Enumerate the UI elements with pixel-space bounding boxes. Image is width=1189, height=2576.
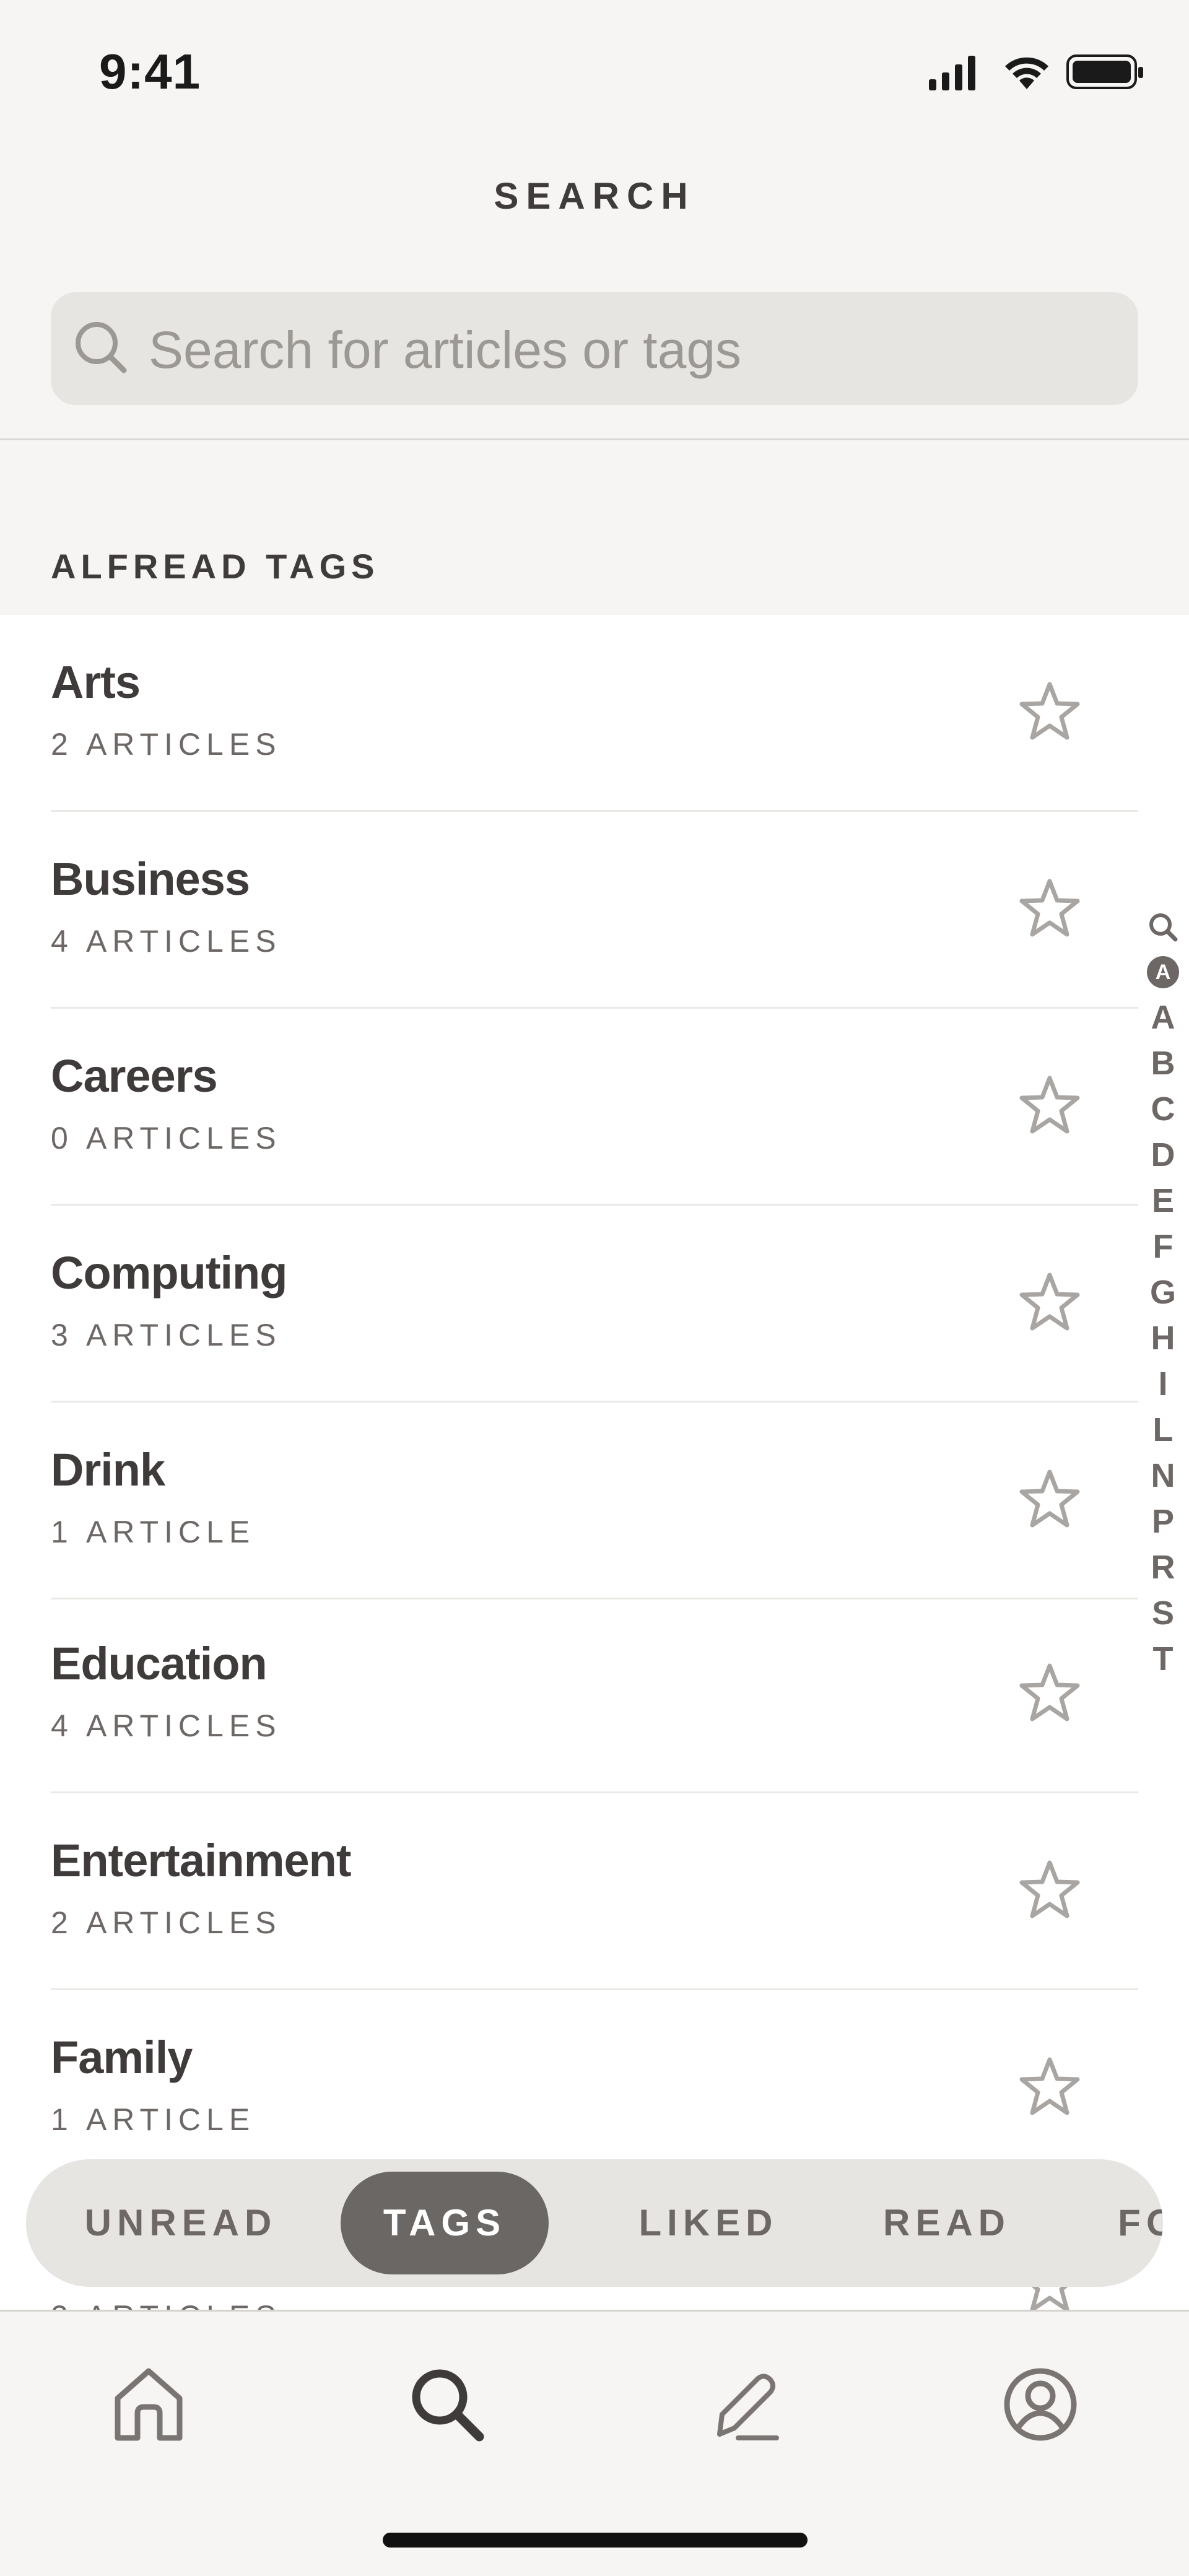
search-placeholder: Search for articles or tags xyxy=(149,321,742,379)
filter-pill-for[interactable]: FOR xyxy=(1079,2172,1163,2274)
index-letter[interactable]: H xyxy=(1138,1315,1188,1361)
tag-name: Education xyxy=(51,1638,268,1689)
filter-pill-liked[interactable]: LIKED xyxy=(591,2172,826,2274)
index-search-icon[interactable] xyxy=(1138,904,1188,950)
tag-row[interactable]: Computing 3 ARTICLES xyxy=(0,1206,1189,1403)
battery-icon xyxy=(1066,54,1143,89)
star-icon[interactable] xyxy=(1016,1856,1084,1925)
star-icon[interactable] xyxy=(1016,2053,1084,2121)
star-icon[interactable] xyxy=(1016,1466,1084,1534)
home-icon xyxy=(115,2368,183,2441)
tag-name: Careers xyxy=(51,1050,218,1102)
index-letter[interactable]: N xyxy=(1138,1453,1188,1499)
pen-icon xyxy=(717,2374,779,2440)
tag-row[interactable]: Drink 1 ARTICLE xyxy=(0,1403,1189,1599)
tag-article-count: 2 ARTICLES xyxy=(51,727,282,762)
index-letter[interactable]: A xyxy=(1138,994,1188,1040)
index-letter[interactable]: C xyxy=(1138,1086,1188,1132)
tag-article-count: 3 ARTICLES xyxy=(51,1318,282,1352)
filter-pill-tags[interactable]: TAGS xyxy=(341,2172,549,2274)
tag-list: Arts 2 ARTICLES Business 4 ARTICLES Careers 0… xyxy=(0,615,1189,2312)
tag-row[interactable]: Business 4 ARTICLES xyxy=(0,812,1189,1009)
index-letter[interactable]: F xyxy=(1138,1224,1188,1269)
alphabet-index[interactable]: A ABCDEFGHILNPRST xyxy=(1138,904,1188,1682)
section-header: ALFREAD TAGS xyxy=(51,547,380,586)
tab-write[interactable] xyxy=(695,2355,794,2454)
star-icon[interactable] xyxy=(1016,1072,1084,1140)
page-title: SEARCH xyxy=(494,175,695,217)
index-letter[interactable]: R xyxy=(1138,1544,1188,1590)
tab-search[interactable] xyxy=(398,2355,497,2454)
tag-article-count: 4 ARTICLES xyxy=(51,1708,282,1743)
index-letter[interactable]: I xyxy=(1138,1361,1188,1407)
tag-name: Entertainment xyxy=(51,1835,352,1886)
tag-name: Computing xyxy=(51,1247,287,1299)
index-letter[interactable]: E xyxy=(1138,1178,1188,1224)
index-letter[interactable]: D xyxy=(1138,1132,1188,1178)
home-indicator xyxy=(383,2533,808,2548)
tag-name: Drink xyxy=(51,1444,165,1495)
tag-row[interactable]: Entertainment 2 ARTICLES xyxy=(0,1793,1189,1990)
tab-profile[interactable] xyxy=(991,2355,1090,2454)
index-letter[interactable]: S xyxy=(1138,1590,1188,1636)
signal-icon xyxy=(929,56,975,90)
tag-row[interactable]: Arts 2 ARTICLES xyxy=(0,615,1189,812)
tag-row[interactable]: Careers 0 ARTICLES xyxy=(0,1009,1189,1206)
index-letter[interactable]: G xyxy=(1138,1269,1188,1315)
filter-pill-unread[interactable]: UNREAD xyxy=(57,2172,305,2274)
star-icon[interactable] xyxy=(1016,678,1084,746)
index-letter[interactable]: B xyxy=(1138,1040,1188,1086)
star-icon[interactable] xyxy=(1016,1660,1084,1728)
tag-article-count: 4 ARTICLES xyxy=(51,924,282,959)
index-letter[interactable]: P xyxy=(1138,1499,1188,1544)
filter-pill-read[interactable]: READ xyxy=(834,2172,1060,2274)
search-tab-icon xyxy=(412,2369,484,2442)
star-icon[interactable] xyxy=(1016,1269,1084,1337)
tag-name: Arts xyxy=(51,656,141,708)
tag-article-count: 2 ARTICLES xyxy=(51,1905,282,1940)
tag-article-count: 0 ARTICLES xyxy=(51,1121,282,1155)
index-letter[interactable]: T xyxy=(1138,1636,1188,1682)
filter-bar: UNREAD TAGS LIKEDREADFOR xyxy=(26,2159,1163,2287)
status-icons xyxy=(0,50,1189,93)
index-selected-letter[interactable]: A xyxy=(1147,956,1179,988)
star-icon[interactable] xyxy=(1016,875,1084,943)
wifi-icon xyxy=(1005,57,1048,89)
tab-home[interactable] xyxy=(99,2355,198,2454)
header-divider xyxy=(0,438,1189,440)
tag-row[interactable]: Education 4 ARTICLES xyxy=(0,1596,1189,1793)
tag-name: Family xyxy=(51,2032,193,2083)
index-letters: ABCDEFGHILNPRST xyxy=(1138,994,1188,1682)
tag-row[interactable]: Family 1 ARTICLE xyxy=(0,1990,1189,2187)
index-letter[interactable]: L xyxy=(1138,1407,1188,1453)
profile-icon xyxy=(1004,2368,1077,2441)
tag-article-count: 1 ARTICLE xyxy=(51,2102,256,2137)
tag-article-count: 1 ARTICLE xyxy=(51,1515,256,1549)
search-icon xyxy=(76,322,127,373)
tag-name: Business xyxy=(51,853,250,905)
